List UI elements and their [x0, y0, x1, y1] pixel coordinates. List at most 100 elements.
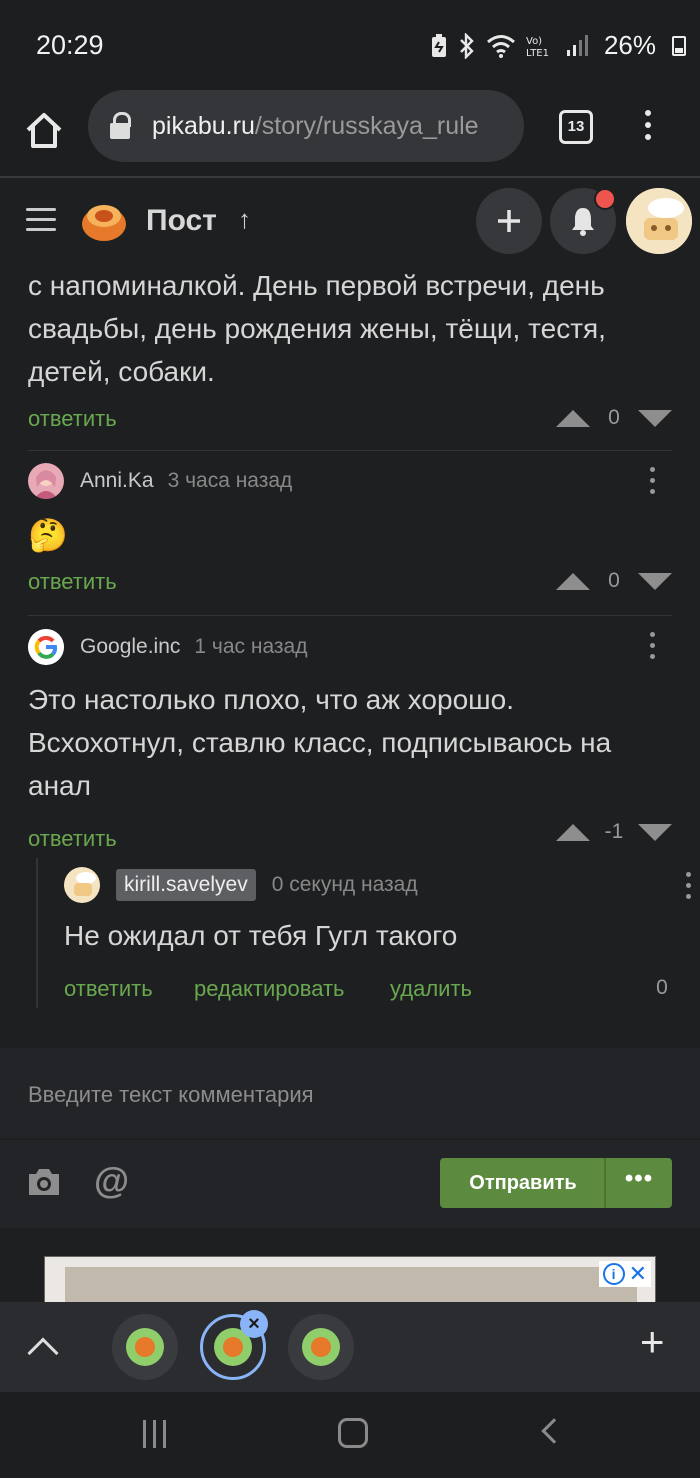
- upvote-icon[interactable]: [556, 823, 590, 841]
- avatar[interactable]: [64, 867, 100, 903]
- comment-menu-icon[interactable]: [684, 872, 692, 902]
- comment-emoji: 🤔: [28, 517, 68, 553]
- ad-close-icon[interactable]: ✕: [629, 1263, 647, 1285]
- reply-link[interactable]: ответить: [28, 826, 117, 852]
- ad-image: [65, 1267, 637, 1305]
- reply-link[interactable]: ответить: [28, 406, 117, 432]
- comment-author[interactable]: Anni.Ka: [80, 469, 154, 493]
- comment-author[interactable]: kirill.savelyev: [116, 869, 256, 901]
- system-nav-bar: [0, 1392, 700, 1478]
- scroll-up-icon[interactable]: ↑: [238, 204, 251, 235]
- send-options-button[interactable]: •••: [604, 1158, 672, 1208]
- comment-input[interactable]: Введите текст комментария: [28, 1082, 314, 1108]
- close-tab-icon[interactable]: ×: [240, 1310, 268, 1338]
- pikabu-favicon-icon: [126, 1328, 164, 1366]
- downvote-icon[interactable]: [638, 572, 672, 590]
- comment-actions: ответить 0: [0, 569, 700, 615]
- comment-header: Anni.Ka 3 часа назад: [0, 451, 700, 511]
- comment-composer: Введите текст комментария @ Отправить ••…: [0, 1048, 700, 1228]
- delete-link[interactable]: удалить: [390, 976, 472, 1002]
- site-header: Пост ↑: [0, 180, 700, 264]
- avatar[interactable]: [28, 463, 64, 499]
- upvote-icon[interactable]: [556, 409, 590, 427]
- vote-controls: 0: [556, 569, 672, 593]
- browser-toolbar: pikabu.ru/story/russkaya_rule 13: [0, 90, 700, 178]
- comment-actions: ответить -1: [0, 820, 700, 858]
- comment-text: Не ожидал от тебя Гугл такого: [64, 920, 458, 951]
- bell-icon: [572, 208, 594, 236]
- google-logo-icon: [28, 629, 64, 665]
- comment-menu-icon[interactable]: [648, 467, 656, 497]
- camera-icon[interactable]: [26, 1166, 62, 1198]
- hamburger-menu-icon[interactable]: [26, 208, 56, 232]
- plus-icon: [498, 210, 520, 232]
- tab-switcher-button[interactable]: 13: [559, 110, 593, 144]
- tab-thumbnail[interactable]: [288, 1314, 354, 1380]
- comment-menu-icon[interactable]: [648, 632, 656, 662]
- url-path: /story/russkaya_rule: [254, 111, 479, 140]
- comments-section: с напоминалкой. День первой встречи, ден…: [0, 264, 700, 1008]
- lock-icon: [110, 112, 132, 140]
- reply-link[interactable]: ответить: [64, 976, 153, 1002]
- comment-text: с напоминалкой. День первой встречи, ден…: [28, 270, 606, 387]
- page-title: Пост: [146, 204, 217, 237]
- comment-author[interactable]: Google.inc: [80, 635, 180, 659]
- ad-banner[interactable]: i ✕: [44, 1256, 656, 1306]
- pikabu-logo-icon[interactable]: [80, 196, 128, 244]
- edit-link[interactable]: редактировать: [194, 976, 345, 1002]
- ad-info-icon[interactable]: i: [602, 1263, 625, 1285]
- battery-icon: [672, 36, 686, 56]
- comment-text: Это настолько плохо, что аж хорошо. Всхо…: [28, 684, 612, 801]
- downvote-icon[interactable]: [638, 409, 672, 427]
- battery-saver-icon: [432, 34, 446, 57]
- comment: с напоминалкой. День первой встречи, ден…: [0, 264, 700, 450]
- comment-time[interactable]: 3 часа назад: [168, 469, 293, 493]
- recent-apps-icon[interactable]: [143, 1420, 166, 1448]
- downvote-icon[interactable]: [638, 823, 672, 841]
- back-icon[interactable]: [541, 1418, 567, 1444]
- notifications-button[interactable]: [550, 188, 616, 254]
- svg-text:Vo): Vo): [526, 36, 542, 47]
- mention-icon[interactable]: @: [94, 1160, 129, 1202]
- notification-badge: [594, 188, 616, 210]
- ad-choices[interactable]: i ✕: [598, 1261, 651, 1287]
- vote-count: 0: [656, 976, 668, 999]
- comment-actions: ответить редактировать удалить 0: [38, 976, 700, 1012]
- send-button[interactable]: Отправить: [440, 1158, 606, 1208]
- wifi-icon: [487, 35, 515, 58]
- tab-thumbnail[interactable]: [112, 1314, 178, 1380]
- comment: Anni.Ka 3 часа назад 🤔 ответить 0: [0, 451, 700, 615]
- pikabu-favicon-icon: [302, 1328, 340, 1366]
- vote-controls: 0: [556, 406, 672, 430]
- comment: Google.inc 1 час назад Это настолько пло…: [0, 616, 700, 858]
- upvote-icon[interactable]: [556, 572, 590, 590]
- comment-time[interactable]: 1 час назад: [194, 635, 307, 659]
- comment-actions: ответить 0: [0, 406, 700, 450]
- home-icon[interactable]: [24, 110, 64, 150]
- status-time: 20:29: [36, 30, 104, 60]
- status-icons: Vo) LTE1: [430, 33, 588, 59]
- svg-text:LTE1: LTE1: [526, 48, 549, 58]
- url-domain: pikabu.ru: [152, 111, 255, 140]
- volte-icon: Vo)LTE1: [526, 36, 549, 58]
- avatar-image-icon: [28, 463, 64, 499]
- vote-controls: -1: [556, 820, 672, 844]
- new-tab-icon[interactable]: +: [640, 1318, 665, 1366]
- avatar[interactable]: [28, 629, 64, 665]
- tab-strip: × +: [0, 1302, 700, 1392]
- comment-header: Google.inc 1 час назад: [0, 616, 700, 678]
- reply-link[interactable]: ответить: [28, 569, 117, 595]
- reply-thread: kirill.savelyev 0 секунд назад Не ожидал…: [36, 858, 700, 1008]
- url-field[interactable]: pikabu.ru/story/russkaya_rule: [88, 90, 524, 162]
- home-nav-icon[interactable]: [338, 1418, 368, 1448]
- user-avatar[interactable]: [626, 188, 692, 254]
- browser-menu-icon[interactable]: [640, 110, 656, 146]
- comment-header: kirill.savelyev 0 секунд назад: [38, 858, 700, 912]
- vote-count: -1: [604, 820, 624, 843]
- add-post-button[interactable]: [476, 188, 542, 254]
- status-bar: 20:29 Vo) LTE1 26%: [0, 0, 700, 90]
- vote-count: 0: [608, 569, 620, 592]
- vote-count: 0: [608, 406, 620, 429]
- chevron-up-icon[interactable]: [27, 1337, 59, 1369]
- comment-time[interactable]: 0 секунд назад: [272, 873, 418, 897]
